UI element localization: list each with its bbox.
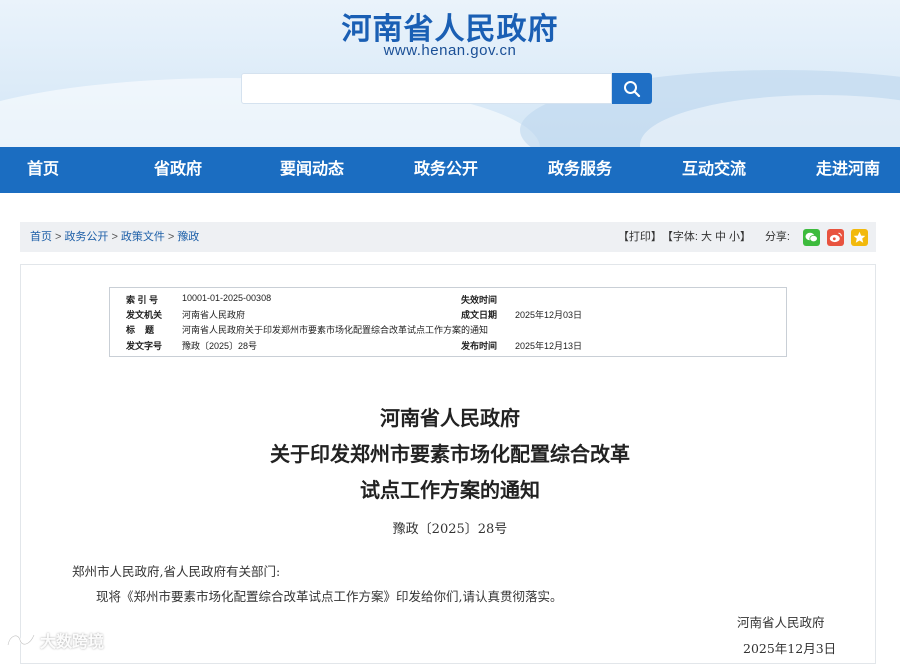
print-button[interactable]: 【打印】 [618, 222, 662, 252]
meta-expire-label: 失效时间 [461, 295, 498, 305]
breadcrumb-separator: > [167, 231, 175, 243]
meta-docno-label: 发文字号 [126, 341, 163, 351]
document-title-line-3: 试点工作方案的通知 [360, 478, 540, 502]
font-small-button[interactable]: 小 [729, 222, 740, 252]
site-url[interactable]: www.henan.gov.cn [0, 42, 900, 59]
meta-issuer-label: 发文机关 [126, 310, 163, 320]
document-number: 豫政〔2025〕28号 [392, 522, 508, 537]
meta-title-value: 河南省人民政府关于印发郑州市要素市场化配置综合改革试点工作方案的通知 [182, 325, 489, 335]
weibo-share-button[interactable] [827, 228, 844, 246]
meta-made-value: 2025年12月03日 [515, 310, 583, 320]
nav-item-government-services[interactable]: 政务服务 [540, 147, 620, 193]
share-label: 分享: [764, 231, 790, 243]
nav-item-home[interactable]: 首页 [14, 147, 72, 193]
nav-item-about-henan[interactable]: 走进河南 [808, 147, 888, 193]
breadcrumb-yuzheng[interactable]: 豫政 [177, 231, 199, 243]
nav-item-provincial-government[interactable]: 省政府 [143, 147, 213, 193]
favorite-icon [853, 231, 866, 243]
document-signature: 河南省人民政府 [737, 615, 825, 630]
page-tools: 【打印】 【字体: 大 中 小 】 分享: [618, 222, 868, 252]
meta-made-label: 成文日期 [461, 310, 498, 320]
breadcrumb-policy-documents[interactable]: 政策文件 [121, 231, 165, 243]
document-salutation: 郑州市人民政府,省人民政府有关部门: [72, 564, 281, 579]
site-header: 河南省人民政府 www.henan.gov.cn [0, 0, 900, 147]
favorite-share-button[interactable] [851, 228, 868, 246]
wechat-icon [805, 232, 818, 242]
breadcrumb-separator: > [55, 231, 62, 243]
font-large-button[interactable]: 大 [701, 222, 712, 252]
meta-index-value: 10001-01-2025-00308 [182, 293, 272, 303]
document-title-line-2: 关于印发郑州市要素市场化配置综合改革 [270, 442, 630, 466]
font-size-close: 】 [739, 231, 751, 243]
breadcrumb-bar: 首页 > 政务公开 > 政策文件 > 豫政 【打印】 【字体: 大 中 小 】 分享: [20, 222, 876, 252]
meta-index-label: 索 引 号 [126, 295, 159, 305]
document-date: 2025年12月3日 [743, 641, 837, 656]
search-button[interactable] [612, 73, 652, 104]
main-nav: 首页 省政府 要闻动态 政务公开 政务服务 互动交流 走进河南 [0, 147, 900, 193]
document-body-paragraph: 现将《郑州市要素市场化配置综合改革试点工作方案》印发给你们,请认真贯彻落实。 [96, 589, 563, 604]
breadcrumb-home[interactable]: 首页 [30, 231, 52, 243]
meta-docno-value: 豫政〔2025〕28号 [182, 341, 258, 351]
search-input[interactable] [241, 73, 612, 104]
font-medium-button[interactable]: 中 [715, 222, 726, 252]
nav-item-interaction[interactable]: 互动交流 [674, 147, 754, 193]
meta-publish-label: 发布时间 [461, 341, 498, 351]
breadcrumb-separator: > [111, 231, 118, 243]
meta-issuer-value: 河南省人民政府 [182, 310, 246, 320]
search-icon [624, 80, 641, 97]
weibo-icon [829, 232, 842, 242]
font-size-label: 【字体: [661, 231, 698, 243]
meta-title-label: 标 题 [126, 325, 155, 335]
breadcrumb-government-affairs-open[interactable]: 政务公开 [64, 231, 108, 243]
document-title-line-1: 河南省人民政府 [380, 406, 520, 430]
watermark: 大数跨境 [6, 628, 104, 652]
nav-item-government-affairs-open[interactable]: 政务公开 [406, 147, 486, 193]
wechat-share-button[interactable] [803, 228, 820, 246]
watermark-text: 大数跨境 [40, 634, 105, 651]
meta-publish-value: 2025年12月13日 [515, 341, 583, 351]
breadcrumb: 首页 > 政务公开 > 政策文件 > 豫政 [30, 222, 199, 252]
document-metadata-table: 索 引 号 10001-01-2025-00308 失效时间 发文机关 河南省人… [109, 287, 787, 357]
nav-item-news[interactable]: 要闻动态 [272, 147, 352, 193]
watermark-logo-icon [6, 634, 36, 646]
